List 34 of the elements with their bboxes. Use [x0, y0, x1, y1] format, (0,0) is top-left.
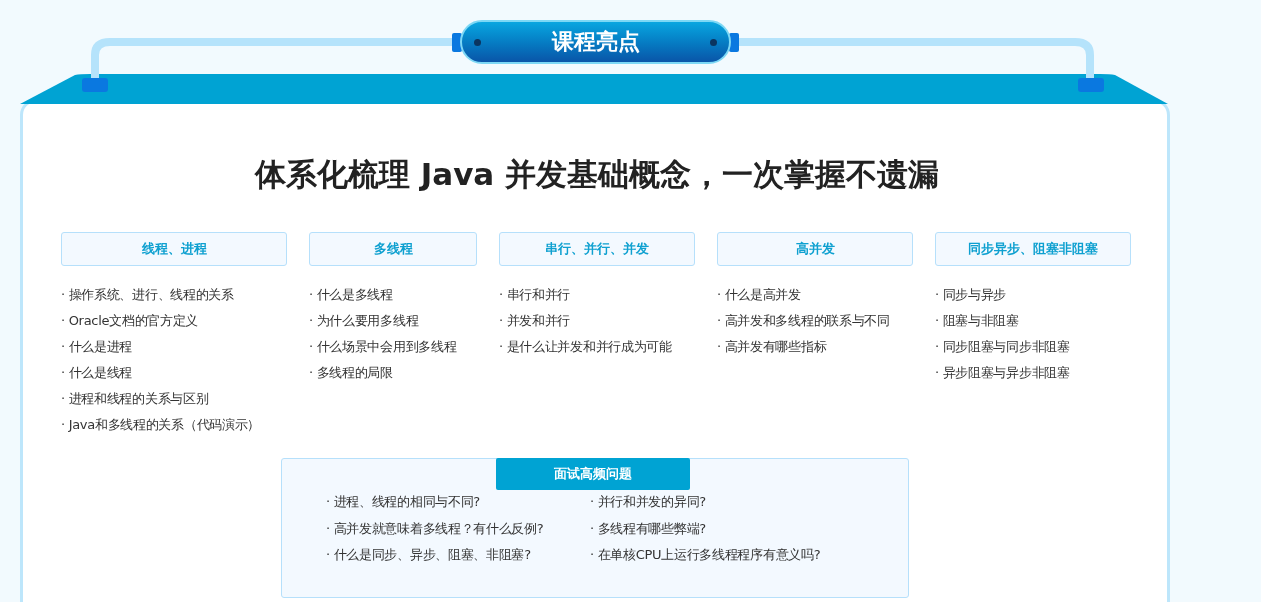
- topic-item: · 串行和并行: [499, 286, 572, 304]
- banner-title: 课程亮点: [551, 31, 640, 53]
- topic-item: · 并发和并行: [499, 312, 572, 330]
- topic-item: · 什么是线程: [61, 364, 134, 382]
- topic-item: · 阻塞与非阻塞: [935, 312, 1020, 330]
- topic-item: · 多线程的局限: [309, 364, 394, 382]
- main-heading: 体系化梳理 Java 并发基础概念，一次掌握不遗漏: [254, 155, 940, 194]
- question-item: · 在单核CPU上运行多线程程序有意义吗?: [590, 546, 821, 564]
- topic-item: · 同步阻塞与同步非阻塞: [935, 338, 1071, 356]
- question-item: · 什么是同步、异步、阻塞、非阻塞?: [326, 546, 532, 564]
- topic-item: · 异步阻塞与异步非阻塞: [935, 364, 1071, 382]
- topic-header: 线程、进程: [61, 232, 287, 266]
- questions-title: 面试高频问题: [496, 458, 690, 490]
- topic-item: · 什么场景中会用到多线程: [309, 338, 458, 356]
- question-item: · 多线程有哪些弊端?: [590, 519, 707, 538]
- topic-item: · 高并发有哪些指标: [717, 338, 828, 356]
- topic-header: 多线程: [309, 232, 477, 266]
- topic-item: · 什么是高并发: [717, 286, 802, 304]
- topic-item: · Oracle文档的官方定义: [61, 312, 200, 330]
- topic-header: 同步异步、阻塞非阻塞: [935, 232, 1131, 266]
- question-item: · 并行和并发的异同?: [590, 493, 707, 511]
- topic-item: · 什么是进程: [61, 338, 134, 356]
- topic-item: · 高并发和多线程的联系与不同: [717, 312, 891, 330]
- topic-item: · 为什么要用多线程: [309, 312, 420, 330]
- topic-header: 高并发: [717, 232, 913, 266]
- question-item: · 高并发就意味着多线程？有什么反例?: [326, 519, 545, 538]
- topic-item: · 操作系统、进行、线程的关系: [61, 286, 235, 304]
- topic-item: · 同步与异步: [935, 286, 1008, 304]
- topic-item: · 什么是多线程: [309, 286, 394, 304]
- topic-item: · 是什么让并发和并行成为可能: [499, 338, 673, 356]
- topic-item: · Java和多线程的关系（代码演示）: [61, 416, 262, 434]
- topic-item: · 进程和线程的关系与区别: [61, 390, 210, 408]
- topic-header: 串行、并行、并发: [499, 232, 695, 266]
- question-item: · 进程、线程的相同与不同?: [326, 493, 481, 511]
